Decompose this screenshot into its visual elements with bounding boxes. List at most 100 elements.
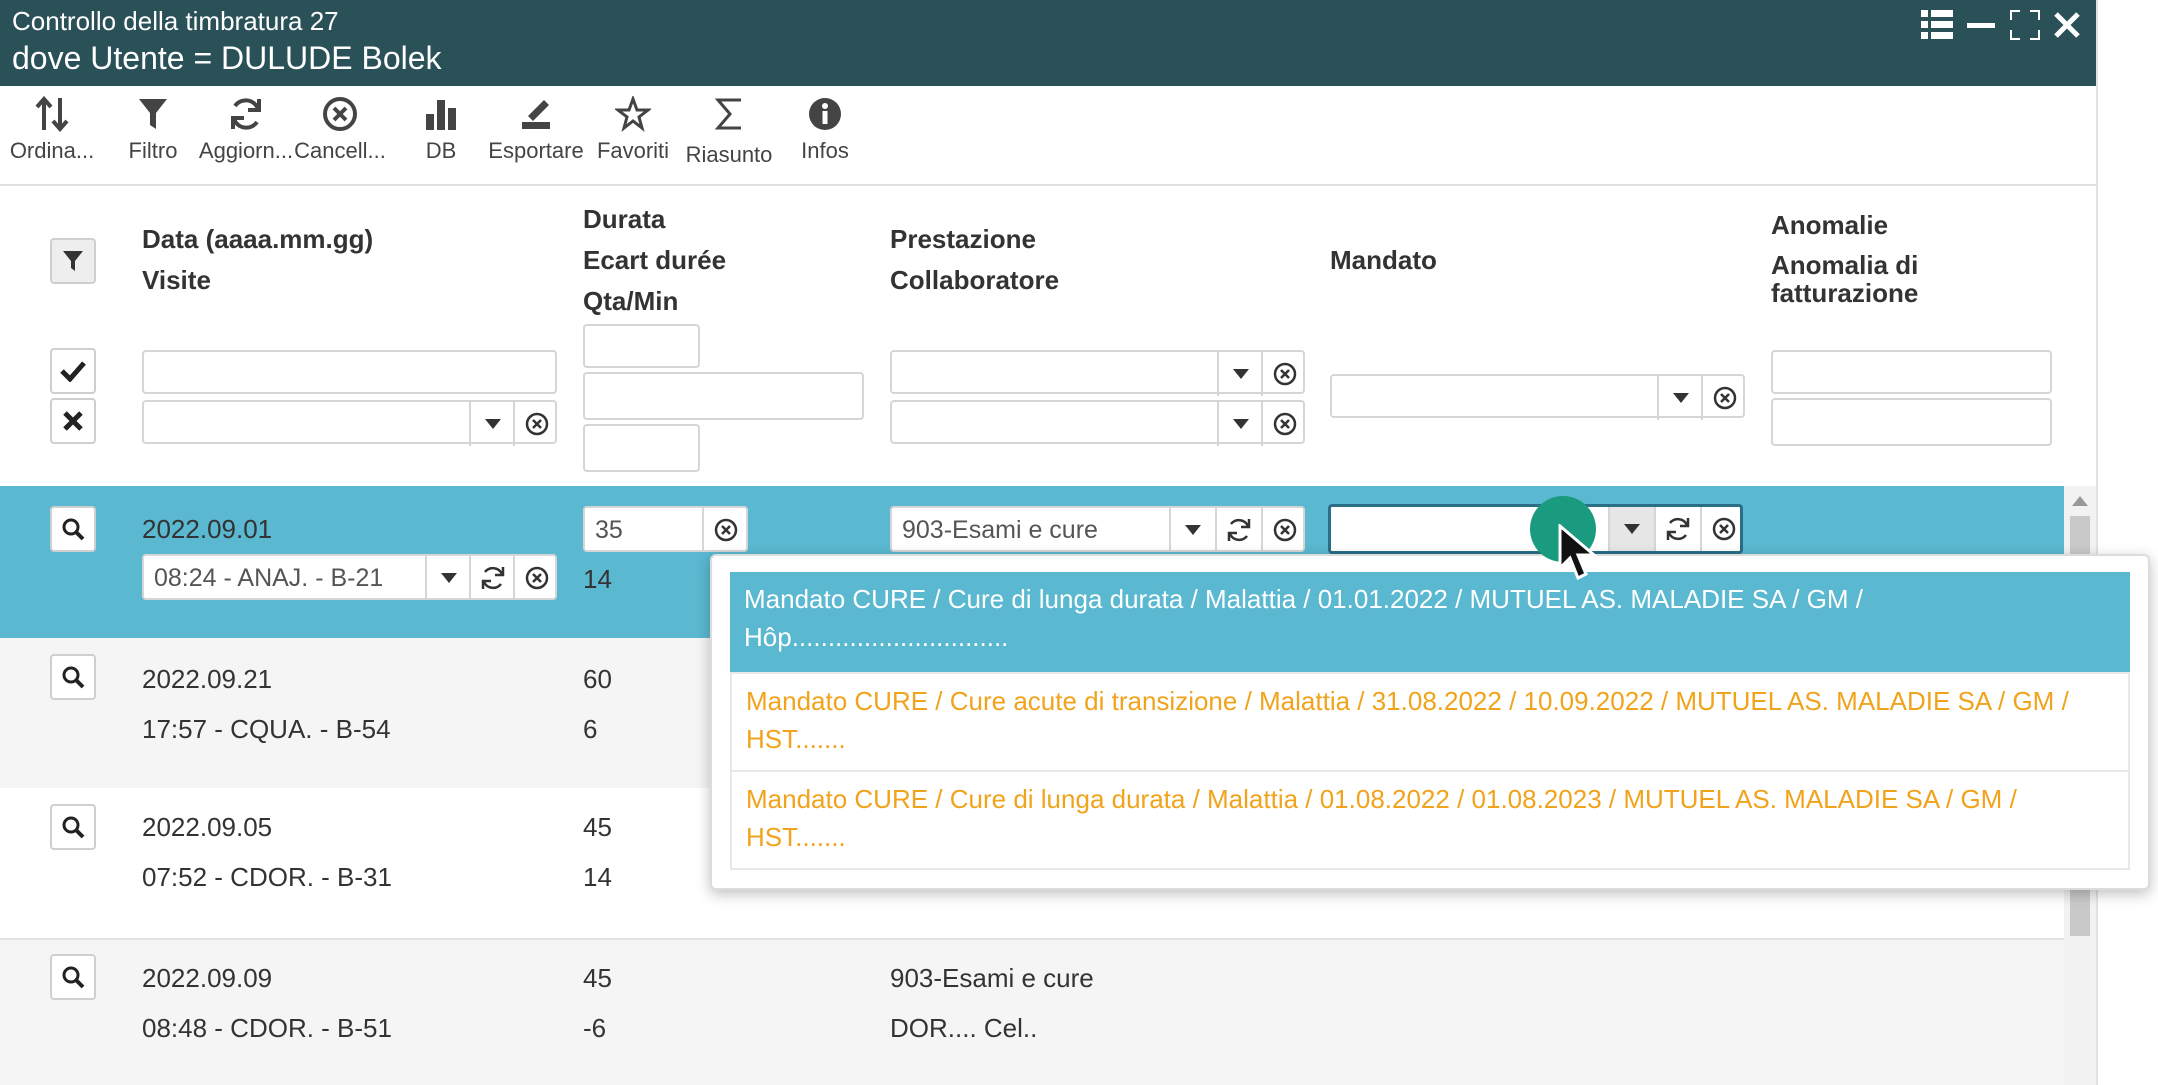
grid-header: Data (aaaa.mm.gg) Visite Durata Ecart du… (0, 186, 2064, 486)
collaborator-filter-select[interactable] (890, 400, 1307, 446)
toolbar-button-db[interactable]: DB (391, 96, 491, 164)
filter-icon (139, 99, 167, 129)
refresh-icon[interactable] (1654, 507, 1700, 551)
chevron-down-icon[interactable] (1217, 352, 1263, 396)
title-bar: Controllo della timbratura 27 dove Utent… (0, 0, 2096, 86)
option-line: Mandato CURE / Cure acute di transizione… (746, 686, 2069, 716)
toolbar-button-cancel[interactable]: Cancell... (290, 96, 390, 164)
duration-input[interactable]: 35 (583, 506, 748, 552)
clear-circle-icon[interactable] (513, 402, 559, 446)
dropdown-option[interactable]: Mandato CURE / Cure di lunga durata / Ma… (730, 572, 2130, 672)
filter-toggle-button[interactable] (50, 238, 96, 284)
ecart-filter-input[interactable] (583, 372, 864, 420)
toolbar-button-refresh[interactable]: Aggiorn... (196, 96, 296, 164)
service-filter-select[interactable] (890, 350, 1307, 396)
filter-icon (63, 251, 83, 271)
row-date: 2022.09.09 (142, 963, 273, 993)
row-visit: 17:57 - CQUA. - B-54 (142, 714, 391, 744)
qty-filter-input[interactable] (583, 424, 700, 472)
anomaly-filter-input[interactable] (1771, 350, 2052, 394)
row-date: 2022.09.05 (142, 812, 273, 842)
list-view-icon[interactable] (1920, 8, 1954, 42)
row-duration: 45 (583, 812, 612, 842)
refresh-icon[interactable] (469, 556, 515, 600)
toolbar-button-export[interactable]: Esportare (486, 96, 586, 164)
refresh-icon (231, 98, 261, 130)
clear-filter-button[interactable] (50, 398, 96, 444)
table-row[interactable]: 2022.09.09 08:48 - CDOR. - B-51 45 -6 90… (0, 940, 2064, 1085)
option-line: HST....... (746, 822, 846, 852)
service-value: 903-Esami e cure (902, 516, 1098, 544)
clear-circle-icon[interactable] (1700, 507, 1746, 551)
toolbar: Ordina... Filtro Aggiorn... Cancell... D… (0, 86, 2096, 186)
service-select[interactable]: 903-Esami e cure (890, 506, 1305, 552)
clear-circle-icon[interactable] (1261, 402, 1307, 446)
toolbar-label: Ordina... (9, 138, 95, 163)
toolbar-label: Cancell... (294, 138, 386, 163)
visit-filter-select[interactable] (142, 400, 559, 446)
row-ecart: -6 (583, 1013, 607, 1043)
cancel-icon (323, 97, 357, 131)
right-margin (2096, 0, 2158, 1085)
header-ecart: Ecart durée (583, 245, 727, 275)
header-service: Prestazione (890, 224, 1036, 254)
clear-circle-icon[interactable] (702, 508, 748, 552)
dropdown-option[interactable]: Mandato CURE / Cure di lunga durata / Ma… (730, 770, 2130, 870)
star-icon (615, 96, 651, 132)
header-mandate: Mandato (1330, 245, 1437, 275)
clear-circle-icon[interactable] (1261, 352, 1307, 396)
chevron-down-icon[interactable] (1608, 507, 1654, 551)
maximize-icon[interactable] (2008, 8, 2042, 42)
chevron-down-icon[interactable] (1657, 376, 1703, 420)
toolbar-button-summary[interactable]: Riasunto (679, 96, 779, 168)
toolbar-label: DB (425, 138, 457, 163)
dropdown-option[interactable]: Mandato CURE / Cure acute di transizione… (730, 672, 2130, 772)
mouse-cursor-icon (1558, 524, 1599, 581)
chevron-up-icon[interactable] (2072, 496, 2088, 506)
toolbar-button-favorites[interactable]: Favoriti (583, 96, 683, 164)
clear-circle-icon[interactable] (1261, 508, 1307, 552)
toolbar-button-infos[interactable]: Infos (775, 96, 875, 164)
row-ecart: 14 (583, 862, 612, 892)
header-billing-anomaly: Anomalia di fatturazione (1771, 250, 1919, 308)
clear-circle-icon[interactable] (1701, 376, 1747, 420)
search-icon[interactable] (50, 954, 96, 1000)
clear-circle-icon[interactable] (513, 556, 559, 600)
search-icon[interactable] (50, 804, 96, 850)
duration-filter-input[interactable] (583, 324, 700, 368)
refresh-icon[interactable] (1215, 508, 1261, 552)
minimize-icon[interactable] (1964, 8, 1998, 42)
search-icon[interactable] (50, 506, 96, 552)
date-filter-input[interactable] (142, 350, 557, 394)
chevron-down-icon[interactable] (425, 556, 471, 600)
row-ecart: 14 (583, 564, 612, 594)
header-visits: Visite (142, 265, 211, 295)
chevron-down-icon[interactable] (1169, 508, 1215, 552)
toolbar-button-filter[interactable]: Filtro (103, 96, 203, 164)
window-title: Controllo della timbratura 27 (12, 6, 339, 36)
export-icon (522, 100, 550, 129)
window-subtitle: dove Utente = DULUDE Bolek (12, 40, 442, 76)
billing-anomaly-filter-input[interactable] (1771, 398, 2052, 446)
close-icon[interactable] (2050, 8, 2084, 42)
toolbar-label: Favoriti (596, 138, 670, 163)
toolbar-button-sort[interactable]: Ordina... (2, 96, 102, 164)
toolbar-label: Riasunto (685, 142, 773, 167)
mandate-filter-select[interactable] (1330, 374, 1747, 420)
header-date: Data (aaaa.mm.gg) (142, 224, 374, 254)
visit-select[interactable]: 08:24 - ANAJ. - B-21 (142, 554, 557, 600)
row-visit: 07:52 - CDOR. - B-31 (142, 862, 392, 892)
row-duration: 45 (583, 963, 612, 993)
chevron-down-icon[interactable] (469, 402, 515, 446)
header-duration: Durata (583, 204, 666, 234)
chevron-down-icon[interactable] (1217, 402, 1263, 446)
sigma-icon (714, 98, 741, 130)
mandate-dropdown-list: Mandato CURE / Cure di lunga durata / Ma… (710, 554, 2150, 890)
toolbar-label: Aggiorn... (198, 138, 294, 163)
row-service: 903-Esami e cure (890, 963, 1094, 993)
row-collaborator: DOR.... Cel.. (890, 1013, 1038, 1043)
option-line: Hôp.............................. (744, 622, 1009, 652)
option-line: Mandato CURE / Cure di lunga durata / Ma… (744, 584, 1863, 614)
search-icon[interactable] (50, 654, 96, 700)
apply-filter-button[interactable] (50, 348, 96, 394)
